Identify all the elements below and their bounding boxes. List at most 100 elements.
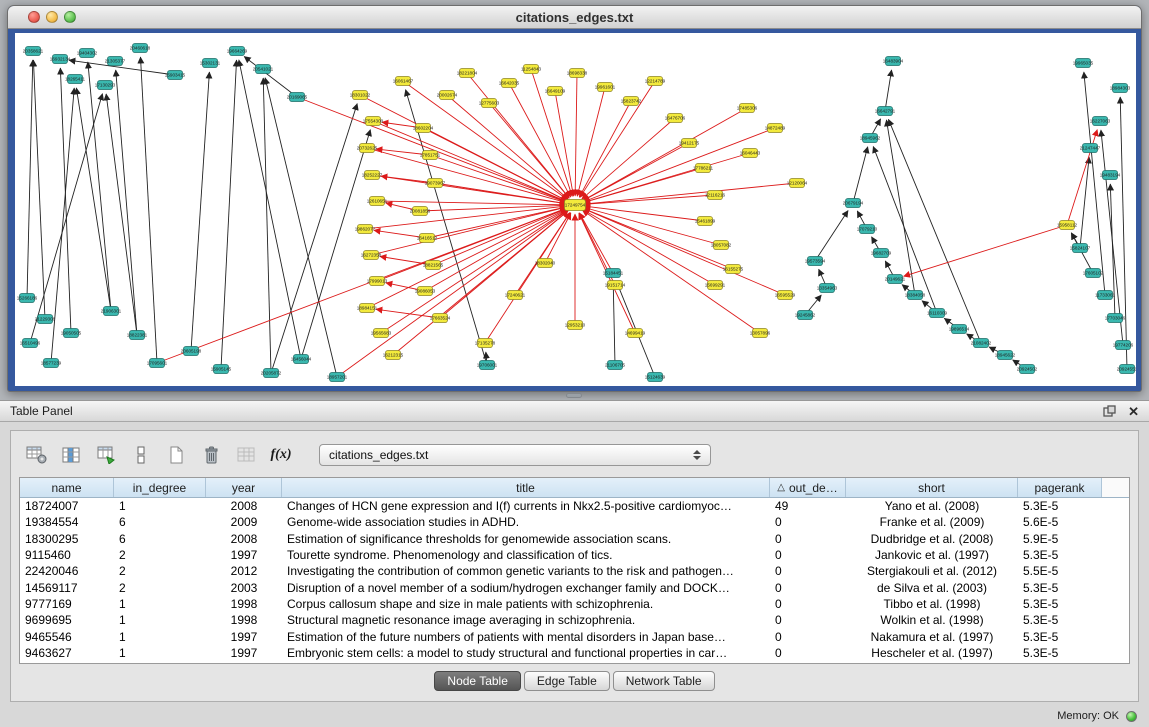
column-header-pagerank[interactable]: pagerank: [1018, 478, 1102, 497]
graph-node[interactable]: 15699291: [705, 281, 726, 290]
table-row[interactable]: 911546021997Tourette syndrome. Phenomeno…: [20, 547, 1129, 563]
graph-node[interactable]: 21106705: [605, 361, 626, 370]
graph-node[interactable]: 16061467: [393, 77, 414, 86]
graph-node[interactable]: 15823742: [621, 97, 642, 106]
graph-node[interactable]: 19774206: [1113, 341, 1134, 350]
graph-node[interactable]: 12610651: [367, 197, 388, 206]
graph-node[interactable]: 18945962: [860, 134, 881, 143]
graph-node[interactable]: 12775603: [479, 99, 500, 108]
graph-node[interactable]: 19965035: [1073, 59, 1094, 68]
minimize-window-button[interactable]: [46, 11, 58, 23]
graph-node[interactable]: 19862077: [355, 225, 376, 234]
network-canvas[interactable]: 1724975418301022175543002073262518252227…: [15, 33, 1136, 386]
new-table-icon[interactable]: [163, 443, 189, 467]
graph-node[interactable]: 16932134: [50, 55, 71, 64]
graph-node[interactable]: 18577239: [41, 359, 62, 368]
graph-node[interactable]: 20924551: [1117, 365, 1136, 374]
network-window-titlebar[interactable]: citations_edges.txt: [8, 6, 1141, 29]
graph-node[interactable]: 16649109: [545, 87, 566, 96]
graph-node[interactable]: 19073967: [425, 179, 446, 188]
graph-node[interactable]: 21305377: [105, 57, 126, 66]
graph-node[interactable]: 19404302: [77, 49, 98, 58]
graph-node[interactable]: 17130293: [95, 81, 116, 90]
graph-node[interactable]: 18301022: [350, 91, 371, 100]
graph-node[interactable]: 17663524: [430, 314, 451, 323]
tab-node-table[interactable]: Node Table: [434, 671, 521, 691]
graph-node[interactable]: 17240621: [505, 291, 526, 300]
graph-node[interactable]: 19565683: [371, 329, 392, 338]
graph-node[interactable]: 19245862: [795, 311, 816, 320]
graph-node[interactable]: 20460618: [130, 44, 151, 53]
graph-node[interactable]: 19682709: [871, 249, 892, 258]
graph-node[interactable]: 13354963: [817, 284, 838, 293]
splitter-handle[interactable]: [566, 393, 582, 398]
graph-node[interactable]: 20169065: [287, 93, 308, 102]
graph-node[interactable]: 12116216: [705, 191, 726, 200]
graph-node[interactable]: 16272358: [361, 251, 382, 260]
graph-node[interactable]: 18602204: [413, 124, 434, 133]
graph-node[interactable]: 18945622: [995, 351, 1016, 360]
graph-node[interactable]: 20679194: [843, 199, 864, 208]
graph-node[interactable]: 17851751: [420, 151, 441, 160]
graph-node[interactable]: 18057082: [711, 241, 732, 250]
graph-node[interactable]: 21906301: [101, 307, 122, 316]
graph-node[interactable]: 19896514: [949, 325, 970, 334]
graph-node[interactable]: 16110309: [927, 309, 948, 318]
graph-node[interactable]: 18821565: [423, 261, 444, 270]
table-row[interactable]: 946554611997Estimation of the future num…: [20, 628, 1129, 644]
column-header-title[interactable]: title: [282, 478, 770, 497]
graph-node[interactable]: 17249754: [565, 200, 586, 211]
graph-node[interactable]: 11254843: [521, 65, 542, 74]
graph-node[interactable]: 19573594: [805, 257, 826, 266]
table-row[interactable]: 977716911998Corpus callosum shape and si…: [20, 596, 1129, 612]
graph-node[interactable]: 19961601: [595, 83, 616, 92]
graph-node[interactable]: 15903415: [165, 71, 186, 80]
table-row[interactable]: 1872400712008Changes of HCN gene express…: [20, 498, 1129, 514]
import-table-icon[interactable]: [93, 443, 119, 467]
close-window-button[interactable]: [28, 11, 40, 23]
graph-node[interactable]: 18252227: [362, 171, 383, 180]
graph-node[interactable]: 19086053: [415, 287, 436, 296]
network-window[interactable]: citations_edges.txt 17249754 18301022 1755…: [7, 5, 1142, 392]
graph-node[interactable]: 15302131: [200, 59, 221, 68]
column-header-in_degree[interactable]: in_degree: [114, 478, 206, 497]
column-header-short[interactable]: short: [846, 478, 1018, 497]
function-builder-icon[interactable]: f(x): [268, 443, 294, 467]
select-columns-icon[interactable]: [58, 443, 84, 467]
table-row[interactable]: 2242004622012Investigating the contribut…: [20, 563, 1129, 579]
graph-node[interactable]: 19151714: [605, 281, 626, 290]
delete-table-icon[interactable]: [198, 443, 224, 467]
graph-node[interactable]: 15905145: [211, 365, 232, 374]
graph-node[interactable]: 19412175: [679, 139, 700, 148]
graph-node[interactable]: 20205872: [261, 369, 282, 378]
graph-node[interactable]: 18984151: [357, 304, 378, 313]
graph-node[interactable]: 16595529: [775, 291, 796, 300]
graph-node[interactable]: 20605198: [181, 347, 202, 356]
graph-node[interactable]: 17485306: [737, 104, 758, 113]
graph-node[interactable]: 20541021: [253, 65, 274, 74]
column-header-year[interactable]: year: [206, 478, 282, 497]
tab-edge-table[interactable]: Edge Table: [524, 671, 610, 691]
graph-node[interactable]: 19483194: [1100, 171, 1121, 180]
graph-node[interactable]: 17605102: [1083, 269, 1104, 278]
graph-node[interactable]: 21247447: [1080, 144, 1101, 153]
graph-node[interactable]: 12214789: [645, 77, 666, 86]
graph-node[interactable]: 20081856: [410, 207, 431, 216]
graph-node[interactable]: 19664269: [227, 47, 248, 56]
graph-node[interactable]: 16456044: [291, 355, 312, 364]
graph-node[interactable]: 18957201: [327, 373, 348, 382]
graph-node[interactable]: 15266186: [17, 294, 38, 303]
graph-node[interactable]: 16046443: [740, 149, 761, 158]
graph-node[interactable]: 21229308: [35, 315, 56, 324]
column-header-name[interactable]: name: [20, 478, 114, 497]
table-options-icon[interactable]: [23, 443, 49, 467]
graph-node[interactable]: 13057896: [750, 329, 771, 338]
table-row[interactable]: 969969511998Structural magnetic resonanc…: [20, 612, 1129, 628]
graph-node[interactable]: 17999013: [367, 277, 388, 286]
graph-node[interactable]: 16642791: [875, 107, 896, 116]
graph-node[interactable]: 18822381: [127, 331, 148, 340]
zoom-window-button[interactable]: [64, 11, 76, 23]
graph-node[interactable]: 17554300: [363, 117, 384, 126]
graph-node[interactable]: 16416512: [417, 234, 438, 243]
graph-node[interactable]: 17135278: [475, 339, 496, 348]
